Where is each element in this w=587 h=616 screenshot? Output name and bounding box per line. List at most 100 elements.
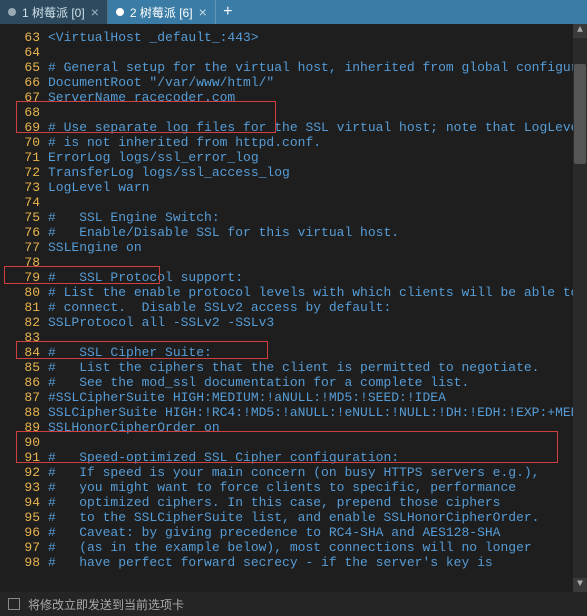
scroll-down-icon[interactable]: ▼ — [573, 578, 587, 592]
code-line[interactable]: 66DocumentRoot "/var/www/html/" — [0, 75, 587, 90]
tab-label: 2 树莓派 [6] — [130, 4, 193, 21]
line-number: 95 — [0, 510, 48, 525]
line-number: 75 — [0, 210, 48, 225]
code-line[interactable]: 87#SSLCipherSuite HIGH:MEDIUM:!aNULL:!MD… — [0, 390, 587, 405]
line-number: 64 — [0, 45, 48, 60]
close-icon[interactable]: × — [91, 4, 99, 20]
line-text: # General setup for the virtual host, in… — [48, 60, 587, 75]
code-line[interactable]: 80# List the enable protocol levels with… — [0, 285, 587, 300]
line-number: 89 — [0, 420, 48, 435]
code-line[interactable]: 91# Speed-optimized SSL Cipher configura… — [0, 450, 587, 465]
line-text: <VirtualHost _default_:443> — [48, 30, 259, 45]
line-text: SSLHonorCipherOrder on — [48, 420, 220, 435]
code-line[interactable]: 94# optimized ciphers. In this case, pre… — [0, 495, 587, 510]
code-editor[interactable]: 63<VirtualHost _default_:443>6465# Gener… — [0, 24, 587, 592]
line-text: # is not inherited from httpd.conf. — [48, 135, 321, 150]
line-text: # Use separate log files for the SSL vir… — [48, 120, 586, 135]
line-text: # See the mod_ssl documentation for a co… — [48, 375, 469, 390]
code-line[interactable]: 73LogLevel warn — [0, 180, 587, 195]
line-number: 78 — [0, 255, 48, 270]
code-line[interactable]: 89SSLHonorCipherOrder on — [0, 420, 587, 435]
code-line[interactable]: 81# connect. Disable SSLv2 access by def… — [0, 300, 587, 315]
code-line[interactable]: 95# to the SSLCipherSuite list, and enab… — [0, 510, 587, 525]
code-line[interactable]: 72TransferLog logs/ssl_access_log — [0, 165, 587, 180]
line-text: # optimized ciphers. In this case, prepe… — [48, 495, 500, 510]
line-number: 66 — [0, 75, 48, 90]
line-text: # SSL Engine Switch: — [48, 210, 220, 225]
tab-label: 1 树莓派 [0] — [22, 4, 85, 21]
line-number: 76 — [0, 225, 48, 240]
line-number: 88 — [0, 405, 48, 420]
code-line[interactable]: 69# Use separate log files for the SSL v… — [0, 120, 587, 135]
line-number: 72 — [0, 165, 48, 180]
code-line[interactable]: 67ServerName racecoder.com — [0, 90, 587, 105]
line-text: # to the SSLCipherSuite list, and enable… — [48, 510, 539, 525]
line-number: 69 — [0, 120, 48, 135]
status-text: 将修改立即发送到当前选项卡 — [28, 596, 184, 613]
line-text: # Speed-optimized SSL Cipher configurati… — [48, 450, 399, 465]
line-text: SSLCipherSuite HIGH:!RC4:!MD5:!aNULL:!eN… — [48, 405, 587, 420]
status-checkbox[interactable] — [8, 598, 20, 610]
code-line[interactable]: 88SSLCipherSuite HIGH:!RC4:!MD5:!aNULL:!… — [0, 405, 587, 420]
line-number: 85 — [0, 360, 48, 375]
line-text: DocumentRoot "/var/www/html/" — [48, 75, 274, 90]
code-line[interactable]: 76# Enable/Disable SSL for this virtual … — [0, 225, 587, 240]
line-text: SSLProtocol all -SSLv2 -SSLv3 — [48, 315, 274, 330]
dot-icon — [116, 8, 124, 16]
line-text: # SSL Protocol support: — [48, 270, 243, 285]
line-text: # (as in the example below), most connec… — [48, 540, 532, 555]
status-bar: 将修改立即发送到当前选项卡 — [0, 592, 587, 616]
code-line[interactable]: 93# you might want to force clients to s… — [0, 480, 587, 495]
line-number: 87 — [0, 390, 48, 405]
new-tab-button[interactable]: + — [216, 0, 240, 24]
line-text: # List the ciphers that the client is pe… — [48, 360, 539, 375]
code-line[interactable]: 63<VirtualHost _default_:443> — [0, 30, 587, 45]
code-line[interactable]: 77SSLEngine on — [0, 240, 587, 255]
code-line[interactable]: 98# have perfect forward secrecy - if th… — [0, 555, 587, 570]
line-number: 79 — [0, 270, 48, 285]
line-number: 77 — [0, 240, 48, 255]
line-number: 67 — [0, 90, 48, 105]
code-line[interactable]: 75# SSL Engine Switch: — [0, 210, 587, 225]
line-text: # connect. Disable SSLv2 access by defau… — [48, 300, 391, 315]
line-number: 98 — [0, 555, 48, 570]
code-line[interactable]: 90 — [0, 435, 587, 450]
dot-icon — [8, 8, 16, 16]
line-text: # you might want to force clients to spe… — [48, 480, 516, 495]
code-line[interactable]: 64 — [0, 45, 587, 60]
code-line[interactable]: 74 — [0, 195, 587, 210]
line-number: 91 — [0, 450, 48, 465]
line-text: #SSLCipherSuite HIGH:MEDIUM:!aNULL:!MD5:… — [48, 390, 446, 405]
code-line[interactable]: 79# SSL Protocol support: — [0, 270, 587, 285]
line-text: SSLEngine on — [48, 240, 142, 255]
code-line[interactable]: 83 — [0, 330, 587, 345]
tab-item-1[interactable]: 1 树莓派 [0] × — [0, 0, 108, 24]
line-number: 68 — [0, 105, 48, 120]
line-number: 63 — [0, 30, 48, 45]
line-number: 81 — [0, 300, 48, 315]
scroll-thumb[interactable] — [574, 64, 586, 164]
code-line[interactable]: 82SSLProtocol all -SSLv2 -SSLv3 — [0, 315, 587, 330]
line-number: 65 — [0, 60, 48, 75]
code-line[interactable]: 65# General setup for the virtual host, … — [0, 60, 587, 75]
code-line[interactable]: 86# See the mod_ssl documentation for a … — [0, 375, 587, 390]
line-number: 94 — [0, 495, 48, 510]
code-line[interactable]: 68 — [0, 105, 587, 120]
scroll-up-icon[interactable]: ▲ — [573, 24, 587, 38]
code-line[interactable]: 96# Caveat: by giving precedence to RC4-… — [0, 525, 587, 540]
code-line[interactable]: 78 — [0, 255, 587, 270]
vertical-scrollbar[interactable]: ▲ ▼ — [573, 24, 587, 592]
line-number: 73 — [0, 180, 48, 195]
line-number: 96 — [0, 525, 48, 540]
line-number: 80 — [0, 285, 48, 300]
close-icon[interactable]: × — [199, 4, 207, 20]
tab-item-2[interactable]: 2 树莓派 [6] × — [108, 0, 216, 24]
line-text: LogLevel warn — [48, 180, 149, 195]
code-line[interactable]: 70# is not inherited from httpd.conf. — [0, 135, 587, 150]
code-line[interactable]: 71ErrorLog logs/ssl_error_log — [0, 150, 587, 165]
code-line[interactable]: 97# (as in the example below), most conn… — [0, 540, 587, 555]
code-line[interactable]: 84# SSL Cipher Suite: — [0, 345, 587, 360]
code-line[interactable]: 85# List the ciphers that the client is … — [0, 360, 587, 375]
line-text: # SSL Cipher Suite: — [48, 345, 212, 360]
code-line[interactable]: 92# If speed is your main concern (on bu… — [0, 465, 587, 480]
